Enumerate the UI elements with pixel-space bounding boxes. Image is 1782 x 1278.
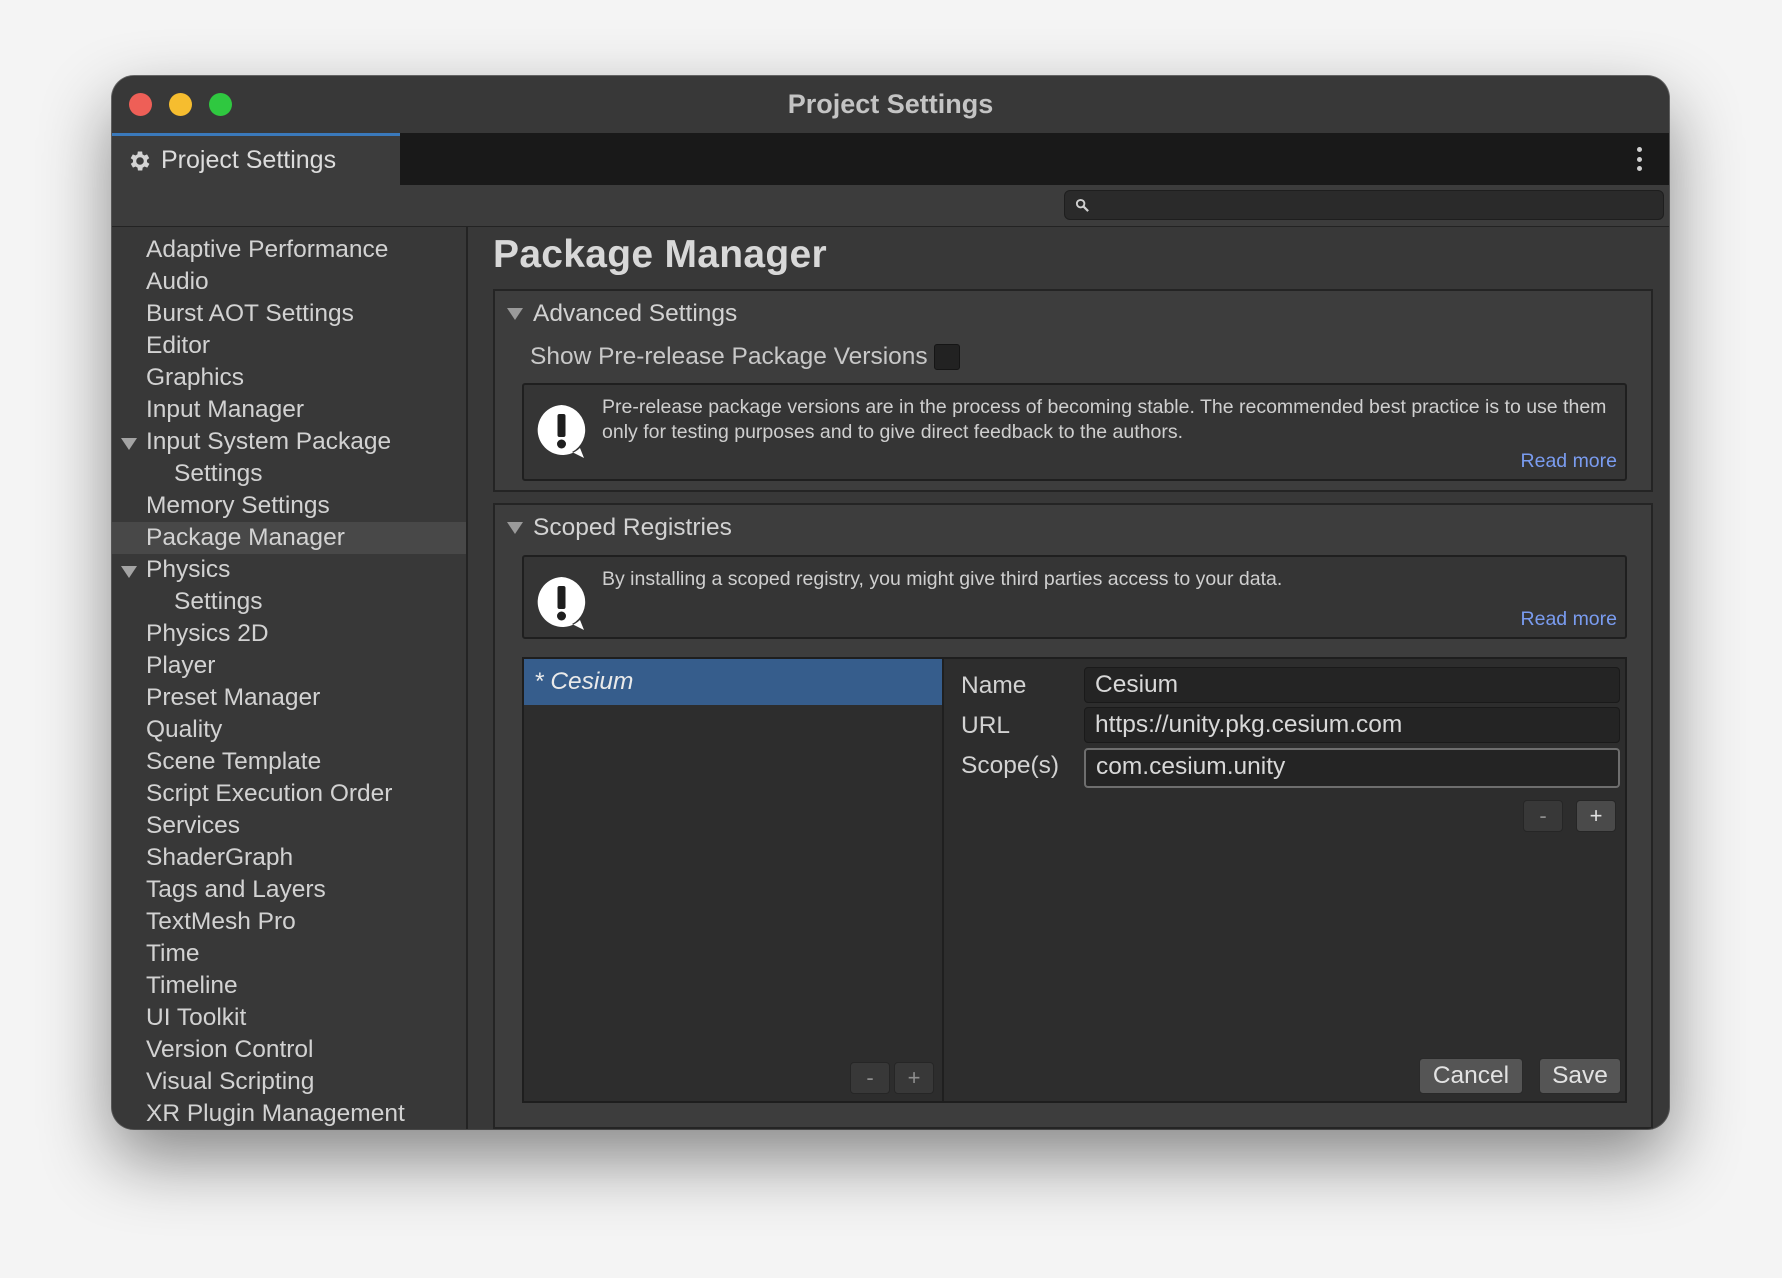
sidebar-item-physics-settings[interactable]: Settings bbox=[112, 586, 466, 618]
sidebar-item-package-manager[interactable]: Package Manager bbox=[112, 522, 466, 554]
tab-bar: Project Settings bbox=[112, 133, 1669, 185]
scoped-registries-foldout[interactable]: Scoped Registries bbox=[507, 514, 732, 542]
url-field[interactable]: https://unity.pkg.cesium.com bbox=[1084, 707, 1620, 743]
settings-toolbar bbox=[112, 185, 1669, 227]
search-input[interactable] bbox=[1064, 190, 1664, 220]
sidebar-item-tags-and-layers[interactable]: Tags and Layers bbox=[112, 874, 466, 906]
read-more-link[interactable]: Read more bbox=[1521, 450, 1617, 473]
read-more-link[interactable]: Read more bbox=[1521, 608, 1617, 631]
scoped-registries-panel: Scoped Registries By installing a scoped… bbox=[493, 503, 1653, 1129]
sidebar-item-graphics[interactable]: Graphics bbox=[112, 362, 466, 394]
settings-content: Package Manager Advanced Settings Show P… bbox=[470, 227, 1669, 1129]
registry-item-cesium[interactable]: * Cesium bbox=[524, 659, 942, 705]
sidebar-item-player[interactable]: Player bbox=[112, 650, 466, 682]
prerelease-toggle-row: Show Pre-release Package Versions bbox=[530, 343, 960, 371]
sidebar-item-script-execution-order[interactable]: Script Execution Order bbox=[112, 778, 466, 810]
sidebar-item-adaptive-performance[interactable]: Adaptive Performance bbox=[112, 234, 466, 266]
sidebar-item-timeline[interactable]: Timeline bbox=[112, 970, 466, 1002]
save-button[interactable]: Save bbox=[1539, 1058, 1621, 1094]
prerelease-help-text: Pre-release package versions are in the … bbox=[602, 396, 1607, 443]
sidebar-item-label: Input System Package bbox=[146, 428, 392, 455]
name-label: Name bbox=[961, 672, 1027, 699]
advanced-settings-panel: Advanced Settings Show Pre-release Packa… bbox=[493, 289, 1653, 492]
registries-list: * Cesium - + bbox=[524, 659, 944, 1101]
registry-details: Name Cesium URL https://unity.pkg.cesium… bbox=[946, 659, 1625, 1101]
prerelease-help-box: Pre-release package versions are in the … bbox=[522, 383, 1627, 481]
add-scope-button[interactable]: + bbox=[1576, 800, 1616, 832]
prerelease-checkbox[interactable] bbox=[933, 344, 960, 370]
settings-sidebar: Adaptive Performance Audio Burst AOT Set… bbox=[112, 227, 468, 1129]
expand-triangle-icon[interactable] bbox=[121, 566, 137, 578]
remove-registry-button[interactable]: - bbox=[850, 1062, 890, 1094]
close-window-button[interactable] bbox=[129, 93, 152, 116]
sidebar-item-physics-2d[interactable]: Physics 2D bbox=[112, 618, 466, 650]
scoped-registry-help-text: By installing a scoped registry, you mig… bbox=[602, 568, 1283, 590]
sidebar-item-preset-manager[interactable]: Preset Manager bbox=[112, 682, 466, 714]
search-icon bbox=[1075, 198, 1089, 212]
sidebar-item-time[interactable]: Time bbox=[112, 938, 466, 970]
sidebar-item-ui-toolkit[interactable]: UI Toolkit bbox=[112, 1002, 466, 1034]
window-title: Project Settings bbox=[787, 89, 994, 119]
window-controls bbox=[129, 93, 232, 116]
sidebar-item-quality[interactable]: Quality bbox=[112, 714, 466, 746]
sidebar-item-input-system-package[interactable]: Input System Package bbox=[112, 426, 466, 458]
advanced-settings-foldout[interactable]: Advanced Settings bbox=[507, 300, 737, 328]
sidebar-item-textmesh-pro[interactable]: TextMesh Pro bbox=[112, 906, 466, 938]
sidebar-item-input-system-settings[interactable]: Settings bbox=[112, 458, 466, 490]
sidebar-item-scene-template[interactable]: Scene Template bbox=[112, 746, 466, 778]
add-registry-button[interactable]: + bbox=[894, 1062, 934, 1094]
sidebar-item-burst-aot-settings[interactable]: Burst AOT Settings bbox=[112, 298, 466, 330]
sidebar-item-memory-settings[interactable]: Memory Settings bbox=[112, 490, 466, 522]
tab-label: Project Settings bbox=[161, 146, 337, 174]
name-field[interactable]: Cesium bbox=[1084, 667, 1620, 703]
prerelease-label: Show Pre-release Package Versions bbox=[530, 343, 928, 370]
warning-icon bbox=[537, 405, 586, 458]
tab-project-settings[interactable]: Project Settings bbox=[112, 133, 400, 185]
url-label: URL bbox=[961, 712, 1011, 739]
sidebar-item-input-manager[interactable]: Input Manager bbox=[112, 394, 466, 426]
expand-triangle-icon[interactable] bbox=[121, 438, 137, 450]
more-options-icon[interactable] bbox=[1635, 147, 1643, 171]
gear-icon bbox=[130, 150, 150, 171]
sidebar-item-shadergraph[interactable]: ShaderGraph bbox=[112, 842, 466, 874]
maximize-window-button[interactable] bbox=[209, 93, 232, 116]
sidebar-item-xr-plugin-management[interactable]: XR Plugin Management bbox=[112, 1098, 466, 1129]
minimize-window-button[interactable] bbox=[169, 93, 192, 116]
scoped-registry-help-box: By installing a scoped registry, you mig… bbox=[522, 555, 1627, 639]
registries-editor: * Cesium - + Name Cesium URL https://uni… bbox=[522, 657, 1627, 1103]
foldout-label: Advanced Settings bbox=[533, 300, 738, 327]
sidebar-item-editor[interactable]: Editor bbox=[112, 330, 466, 362]
sidebar-item-visual-scripting[interactable]: Visual Scripting bbox=[112, 1066, 466, 1098]
remove-scope-button[interactable]: - bbox=[1523, 800, 1563, 832]
cancel-button[interactable]: Cancel bbox=[1419, 1058, 1523, 1094]
sidebar-item-audio[interactable]: Audio bbox=[112, 266, 466, 298]
sidebar-item-label: Physics bbox=[146, 556, 231, 583]
sidebar-item-physics[interactable]: Physics bbox=[112, 554, 466, 586]
foldout-label: Scoped Registries bbox=[533, 514, 732, 541]
scope-field[interactable]: com.cesium.unity bbox=[1084, 748, 1620, 788]
project-settings-window: Project Settings Project Settings Adapti… bbox=[112, 76, 1669, 1129]
foldout-triangle-icon bbox=[507, 308, 523, 320]
sidebar-item-version-control[interactable]: Version Control bbox=[112, 1034, 466, 1066]
warning-icon bbox=[537, 577, 586, 630]
scopes-label: Scope(s) bbox=[961, 752, 1060, 779]
foldout-triangle-icon bbox=[507, 522, 523, 534]
page-title: Package Manager bbox=[493, 233, 828, 276]
title-bar: Project Settings bbox=[112, 76, 1669, 133]
sidebar-item-services[interactable]: Services bbox=[112, 810, 466, 842]
